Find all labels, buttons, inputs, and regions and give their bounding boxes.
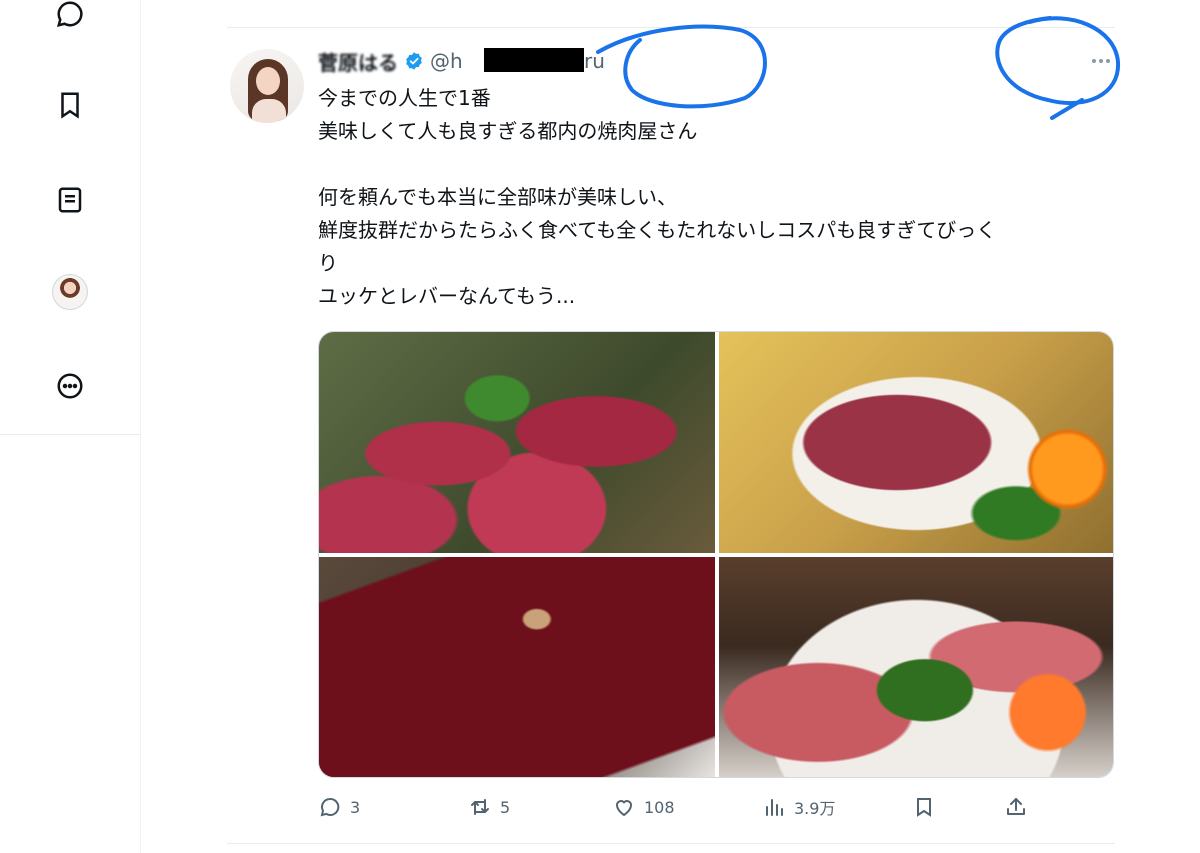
tweet-actions: 3 5 108 3.9万 (318, 792, 1038, 822)
author-handle-suffix: ru (584, 49, 605, 73)
verified-badge-icon (406, 52, 422, 70)
reply-icon (320, 797, 340, 817)
lists-icon[interactable] (52, 182, 88, 218)
tweet-text-line: 美味しくて人も良すぎる都内の焼肉屋さん (318, 119, 698, 143)
retweet-icon (471, 799, 489, 815)
photo-raw-liver[interactable] (319, 557, 715, 777)
profile-avatar[interactable] (52, 274, 88, 310)
view-count: 3.9万 (794, 799, 836, 818)
tweet-text-line: り (318, 251, 338, 275)
tweet-text-line: 鮮度抜群だからたらふく食べても全くもたれないしコスパも良すぎてびっく (318, 218, 997, 242)
tweet-text-line: 今までの人生で1番 (318, 86, 491, 110)
author-display-name[interactable]: 菅原はる (318, 47, 398, 76)
bookmark-button[interactable] (912, 792, 936, 822)
previous-tweet-actions (330, 0, 1130, 6)
analytics-icon (766, 799, 783, 816)
author-avatar[interactable] (230, 49, 304, 123)
bookmarks-icon[interactable] (52, 87, 88, 123)
views-button[interactable]: 3.9万 (762, 792, 835, 822)
handle-redaction (484, 48, 584, 72)
messages-icon[interactable] (52, 0, 88, 32)
tweet-divider (227, 843, 1115, 844)
share-button[interactable] (1004, 792, 1028, 822)
like-count: 108 (644, 797, 675, 817)
like-button[interactable]: 108 (612, 792, 675, 822)
tweet-text-line (318, 148, 1118, 181)
photo-marbled-beef-platter[interactable] (719, 557, 1113, 777)
reply-count: 3 (350, 797, 361, 817)
more-options-icon[interactable] (52, 368, 88, 404)
sidebar-nav (0, 0, 141, 853)
tweet-divider (227, 27, 1115, 28)
retweet-count: 5 (500, 797, 511, 817)
tweet-header: 菅原はる @h (318, 47, 463, 75)
heart-icon (615, 800, 633, 817)
sidebar-divider (0, 434, 141, 435)
tweet-text-line: ユッケとレバーなんてもう... (318, 284, 576, 308)
photo-yukhoe-with-egg[interactable] (719, 332, 1113, 553)
photo-liver-sashimi[interactable] (319, 332, 715, 553)
tweet-more-icon[interactable] (1087, 52, 1115, 70)
share-icon (1007, 798, 1025, 815)
reply-button[interactable]: 3 (318, 792, 360, 822)
retweet-button[interactable]: 5 (468, 792, 510, 822)
author-handle[interactable]: @h (430, 49, 463, 73)
tweet-text-line: 何を頼んでも本当に全部味が美味しい、 (318, 185, 677, 209)
bookmark-icon (917, 798, 931, 817)
tweet-text: 今までの人生で1番 美味しくて人も良すぎる都内の焼肉屋さん 何を頼んでも本当に全… (318, 82, 1118, 313)
tweet-media-grid (318, 331, 1114, 778)
